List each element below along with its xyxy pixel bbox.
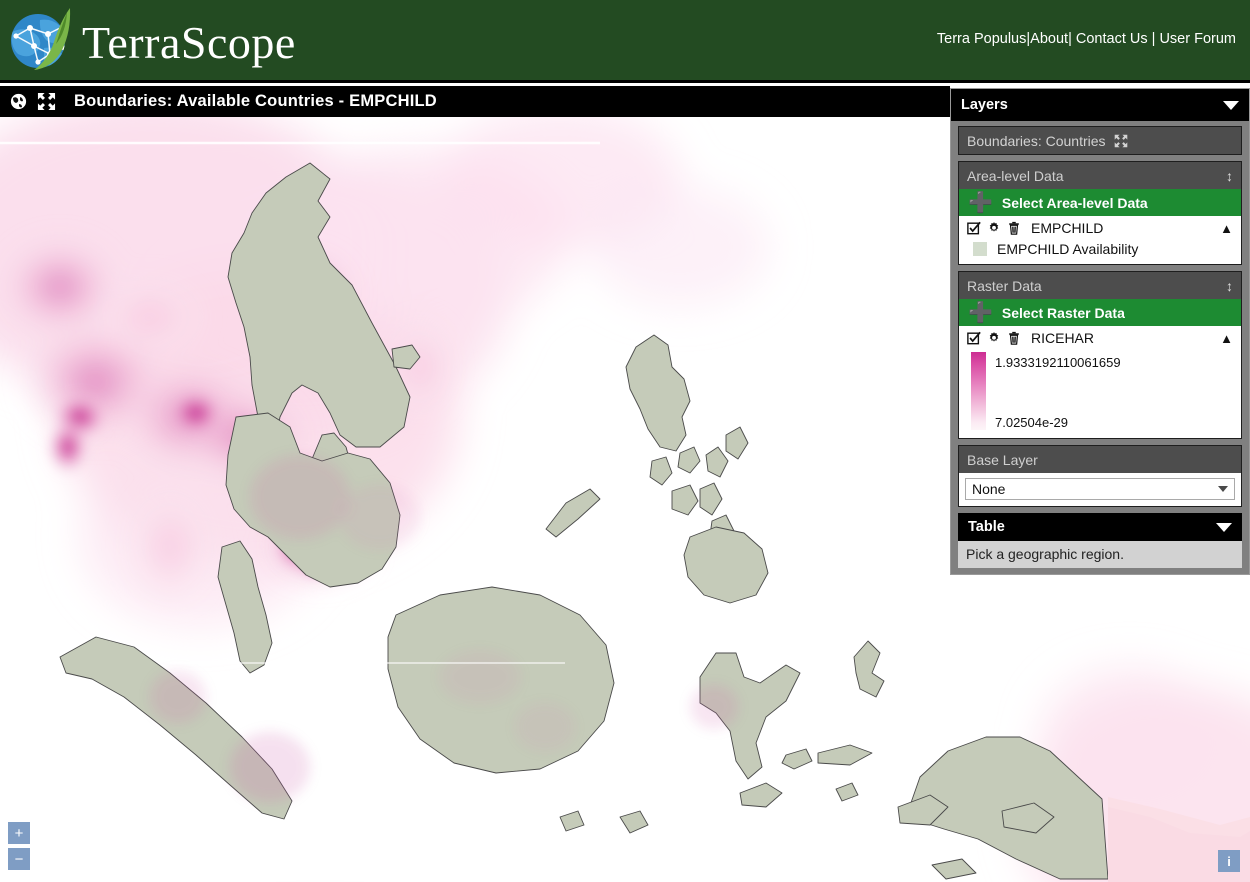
select-caret-icon bbox=[1218, 486, 1228, 492]
map-titlebar: Boundaries: Available Countries - EMPCHI… bbox=[0, 86, 950, 117]
base-layer-section: Base Layer None bbox=[958, 445, 1242, 507]
nav-link-user-forum[interactable]: User Forum bbox=[1159, 31, 1236, 47]
base-layer-selected-value: None bbox=[972, 481, 1005, 497]
legend-label-empchild-availability: EMPCHILD Availability bbox=[997, 241, 1138, 257]
site-header: TerraScope Terra Populus|About| Contact … bbox=[0, 0, 1250, 83]
nav-link-contact-us[interactable]: Contact Us bbox=[1076, 31, 1148, 47]
area-level-data-section: Area-level Data ↕ ➕ Select Area-level Da… bbox=[958, 161, 1242, 265]
zoom-controls: + − bbox=[8, 822, 30, 870]
raster-data-title: Raster Data bbox=[967, 278, 1042, 294]
area-level-data-header: Area-level Data ↕ bbox=[959, 162, 1241, 189]
checkbox-checked-icon[interactable] bbox=[967, 221, 981, 235]
trash-icon[interactable] bbox=[1007, 221, 1021, 235]
raster-data-section: Raster Data ↕ ➕ Select Raster Data bbox=[958, 271, 1242, 439]
globe-network-logo bbox=[4, 2, 80, 78]
caret-down-icon[interactable] bbox=[1223, 101, 1239, 110]
zoom-out-button[interactable]: − bbox=[8, 848, 30, 870]
gear-icon[interactable] bbox=[987, 221, 1001, 235]
main-nav: Terra Populus|About| Contact Us | User F… bbox=[937, 31, 1236, 47]
info-button[interactable]: i bbox=[1218, 850, 1240, 872]
legend-ricehar-ramp: 1.9333192110061659 7.02504e-29 bbox=[959, 349, 1241, 438]
base-layer-select-wrap: None bbox=[959, 473, 1241, 506]
select-raster-data-button[interactable]: ➕ Select Raster Data bbox=[959, 299, 1241, 326]
raster-data-header: Raster Data ↕ bbox=[959, 272, 1241, 299]
layers-panel-title: Layers bbox=[961, 97, 1008, 113]
plus-icon: ➕ bbox=[968, 193, 993, 213]
nav-separator: | bbox=[1068, 31, 1072, 47]
layer-row-empchild[interactable]: EMPCHILD ▲ bbox=[959, 216, 1241, 239]
boundaries-countries-label: Boundaries: Countries bbox=[967, 133, 1106, 149]
legend-empchild-availability: EMPCHILD Availability bbox=[959, 239, 1241, 264]
brand-name: TerraScope bbox=[82, 20, 296, 66]
caret-down-icon[interactable] bbox=[1216, 523, 1232, 532]
checkbox-checked-icon[interactable] bbox=[967, 331, 981, 345]
layer-row-ricehar[interactable]: RICEHAR ▲ bbox=[959, 326, 1241, 349]
boundaries-countries-row[interactable]: Boundaries: Countries bbox=[959, 127, 1241, 154]
nav-link-terra-populus[interactable]: Terra Populus bbox=[937, 31, 1026, 47]
zoom-in-button[interactable]: + bbox=[8, 822, 30, 844]
gear-icon[interactable] bbox=[987, 331, 1001, 345]
layer-name-ricehar: RICEHAR bbox=[1031, 330, 1214, 346]
chevron-up-icon[interactable]: ▲ bbox=[1220, 331, 1233, 346]
map-title-text: Boundaries: Available Countries - EMPCHI… bbox=[74, 92, 437, 111]
color-ramp bbox=[971, 352, 986, 430]
brand[interactable]: TerraScope bbox=[4, 2, 296, 78]
table-panel-title: Table bbox=[968, 519, 1005, 535]
legend-max-value: 1.9333192110061659 bbox=[995, 355, 1121, 370]
table-panel-titlebar[interactable]: Table bbox=[958, 513, 1242, 541]
chevron-up-icon[interactable]: ▲ bbox=[1220, 221, 1233, 236]
nav-separator: | bbox=[1152, 31, 1156, 47]
legend-min-value: 7.02504e-29 bbox=[995, 415, 1068, 430]
layers-panel-titlebar[interactable]: Layers bbox=[951, 89, 1249, 121]
globe-icon[interactable] bbox=[10, 93, 27, 110]
terrascope-app: TerraScope Terra Populus|About| Contact … bbox=[0, 0, 1250, 882]
boundaries-section: Boundaries: Countries bbox=[958, 126, 1242, 155]
select-raster-data-label: Select Raster Data bbox=[1002, 305, 1125, 321]
updown-arrows-icon[interactable]: ↕ bbox=[1226, 168, 1233, 184]
layers-panel: Layers Boundaries: Countries bbox=[950, 88, 1250, 575]
updown-arrows-icon[interactable]: ↕ bbox=[1226, 278, 1233, 294]
legend-swatch bbox=[973, 242, 987, 256]
select-area-level-data-button[interactable]: ➕ Select Area-level Data bbox=[959, 189, 1241, 216]
nav-link-about[interactable]: About bbox=[1030, 31, 1068, 47]
base-layer-select[interactable]: None bbox=[965, 478, 1235, 500]
table-panel-message: Pick a geographic region. bbox=[958, 541, 1242, 568]
base-layer-header: Base Layer bbox=[959, 446, 1241, 473]
expand-arrows-icon[interactable] bbox=[1114, 134, 1128, 148]
area-level-data-title: Area-level Data bbox=[967, 168, 1064, 184]
trash-icon[interactable] bbox=[1007, 331, 1021, 345]
expand-arrows-icon[interactable] bbox=[37, 92, 56, 111]
layer-name-empchild: EMPCHILD bbox=[1031, 220, 1214, 236]
base-layer-title: Base Layer bbox=[967, 452, 1038, 468]
plus-icon: ➕ bbox=[968, 303, 993, 323]
color-ramp-labels: 1.9333192110061659 7.02504e-29 bbox=[995, 352, 1185, 430]
layers-panel-body: Boundaries: Countries bbox=[951, 121, 1249, 568]
select-area-level-data-label: Select Area-level Data bbox=[1002, 195, 1148, 211]
table-section: Table Pick a geographic region. bbox=[958, 513, 1242, 568]
